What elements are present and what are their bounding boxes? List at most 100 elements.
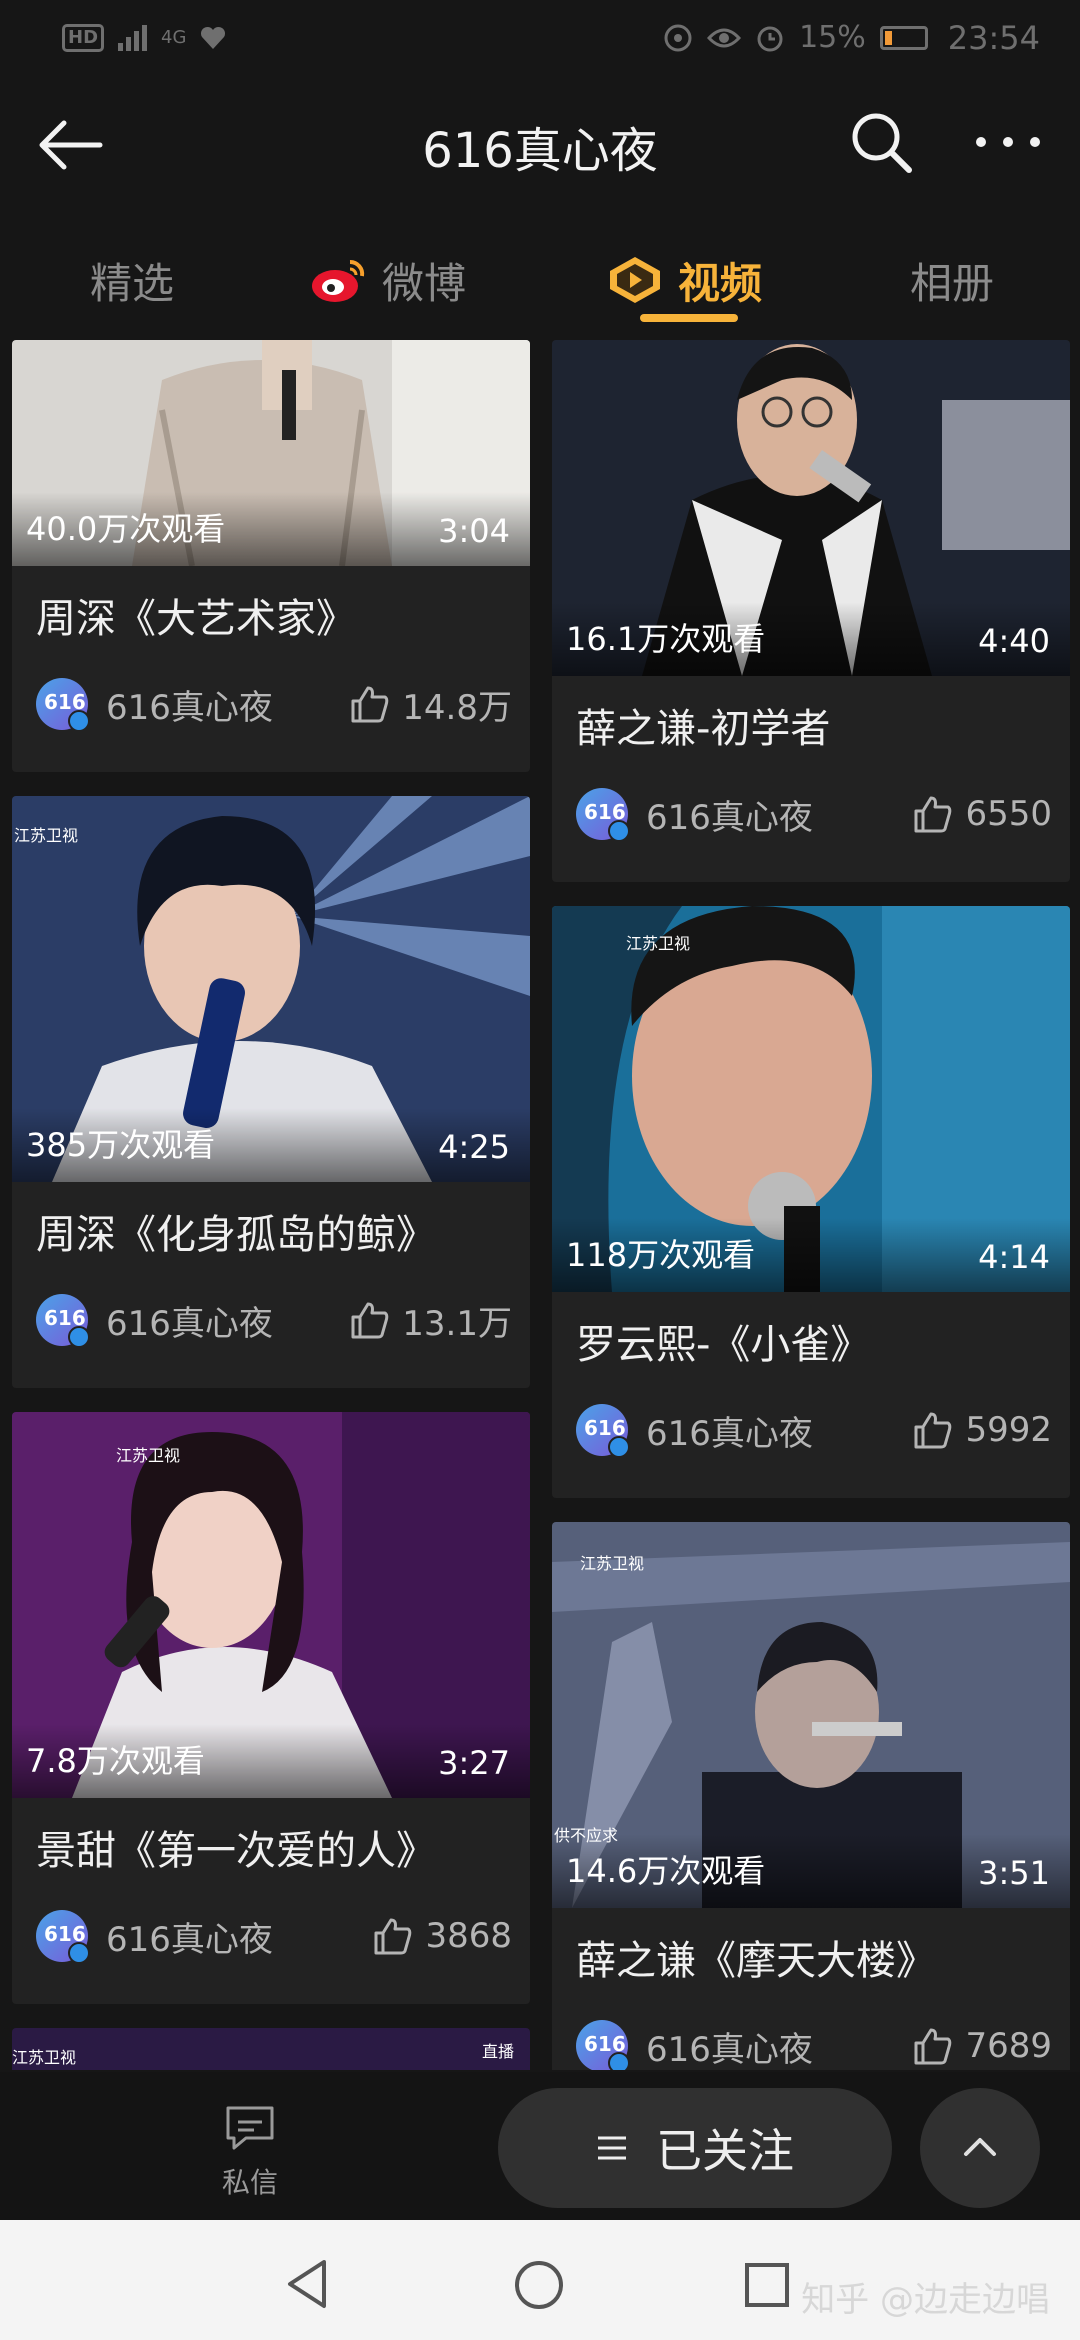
duration: 4:25 xyxy=(438,1128,510,1166)
video-thumbnail[interactable]: 118万次观看 4:14 江苏卫视 xyxy=(552,906,1070,1292)
status-left: HD 4G xyxy=(62,23,226,52)
video-meta: 616 616真心夜 14.8万 xyxy=(36,676,512,732)
view-count: 14.6万次观看 xyxy=(566,1852,766,1890)
status-right: 15% 23:54 xyxy=(663,19,1040,57)
duration: 3:04 xyxy=(438,512,510,550)
header: 616真心夜 xyxy=(0,75,1080,210)
video-title[interactable]: 薛之谦-初学者 xyxy=(576,696,830,754)
video-card[interactable]: 16.1万次观看 4:40 薛之谦-初学者 616 616真心夜 6550 xyxy=(552,340,1070,882)
avatar[interactable]: 616 xyxy=(576,788,630,842)
author-name[interactable]: 616真心夜 xyxy=(646,790,813,839)
like-count: 13.1万 xyxy=(402,1303,512,1344)
video-meta: 616 616真心夜 7689 xyxy=(576,2018,1052,2070)
duration: 3:27 xyxy=(438,1744,510,1782)
avatar[interactable]: 616 xyxy=(36,1294,90,1348)
author-name[interactable]: 616真心夜 xyxy=(106,680,273,729)
avatar[interactable]: 616 xyxy=(36,1910,90,1964)
video-title[interactable]: 周深《大艺术家》 xyxy=(36,586,356,644)
eye-icon xyxy=(707,28,742,47)
video-card[interactable]: 江苏卫视 直播 xyxy=(12,2028,530,2070)
tab-label: 相册 xyxy=(910,258,995,308)
like-button[interactable]: 6550 xyxy=(913,794,1052,834)
like-button[interactable]: 7689 xyxy=(913,2026,1052,2066)
video-title[interactable]: 薛之谦《摩天大楼》 xyxy=(576,1928,936,1986)
chat-icon xyxy=(226,2106,274,2150)
video-card[interactable]: 118万次观看 4:14 江苏卫视 罗云熙-《小雀》 616 616真心夜 59… xyxy=(552,906,1070,1498)
channel-logo: 江苏卫视 xyxy=(12,2048,77,2067)
video-meta: 616 616真心夜 6550 xyxy=(576,786,1052,842)
channel-logo: 江苏卫视 xyxy=(14,826,79,845)
weibo-icon xyxy=(312,259,365,302)
like-button[interactable]: 3868 xyxy=(373,1916,512,1956)
video-meta: 616 616真心夜 3868 xyxy=(36,1908,512,1964)
follow-button[interactable]: 已关注 xyxy=(498,2088,892,2208)
video-title[interactable]: 周深《化身孤岛的鲸》 xyxy=(36,1202,436,1260)
video-card[interactable]: 7.8万次观看 3:27 江苏卫视 景甜《第一次爱的人》 616 616真心夜 … xyxy=(12,1412,530,2004)
nav-home-icon[interactable] xyxy=(512,2258,566,2312)
video-thumbnail[interactable]: 7.8万次观看 3:27 江苏卫视 xyxy=(12,1412,530,1798)
like-button[interactable]: 14.8万 xyxy=(350,680,512,729)
video-card[interactable]: 40.0万次观看 3:04 周深《大艺术家》 616 616真心夜 14.8万 xyxy=(12,340,530,772)
author-name[interactable]: 616真心夜 xyxy=(106,1296,273,1345)
channel-logo: 江苏卫视 xyxy=(116,1446,181,1465)
more-icon[interactable] xyxy=(976,137,1040,147)
avatar[interactable]: 616 xyxy=(576,1404,630,1458)
view-count: 16.1万次观看 xyxy=(566,620,766,658)
like-count: 5992 xyxy=(965,1410,1052,1450)
like-count: 14.8万 xyxy=(402,687,512,728)
video-icon xyxy=(610,257,660,303)
author-name[interactable]: 616真心夜 xyxy=(106,1912,273,1961)
like-count: 3868 xyxy=(425,1916,512,1956)
like-count: 6550 xyxy=(965,794,1052,834)
verified-badge xyxy=(608,1436,630,1458)
duration: 3:51 xyxy=(978,1854,1050,1892)
tab-indicator xyxy=(640,314,738,322)
view-count: 118万次观看 xyxy=(566,1236,756,1274)
tab-video[interactable]: 视频 xyxy=(606,240,762,320)
video-card[interactable]: 385万次观看 4:25 江苏卫视 周深《化身孤岛的鲸》 616 616真心夜 … xyxy=(12,796,530,1388)
search-icon[interactable] xyxy=(848,109,914,175)
nav-recents-icon[interactable] xyxy=(742,2260,792,2310)
view-count: 40.0万次观看 xyxy=(26,510,226,548)
battery-percent: 15% xyxy=(799,20,866,55)
verified-badge xyxy=(608,2052,630,2070)
tab-weibo[interactable]: 微博 xyxy=(310,240,466,320)
video-thumbnail[interactable]: 385万次观看 4:25 江苏卫视 xyxy=(12,796,530,1182)
video-card[interactable]: 14.6万次观看 3:51 江苏卫视 供不应求 薛之谦《摩天大楼》 616 61… xyxy=(552,1522,1070,2070)
thumb-up-icon xyxy=(374,1918,412,1955)
video-meta: 616 616真心夜 13.1万 xyxy=(36,1292,512,1348)
tab-bar: 精选 微博 视频 相册 xyxy=(0,210,1080,340)
video-meta: 616 616真心夜 5992 xyxy=(576,1402,1052,1458)
author-name[interactable]: 616真心夜 xyxy=(646,1406,813,1455)
like-count: 7689 xyxy=(965,2026,1052,2066)
verified-badge xyxy=(68,1942,90,1964)
live-label: 直播 xyxy=(481,2042,514,2061)
nav-back-icon[interactable] xyxy=(282,2258,332,2310)
battery-icon xyxy=(879,25,928,50)
video-thumbnail[interactable]: 14.6万次观看 3:51 江苏卫视 供不应求 xyxy=(552,1522,1070,1908)
like-button[interactable]: 5992 xyxy=(913,1410,1052,1450)
avatar[interactable]: 616 xyxy=(576,2020,630,2070)
signal-icon xyxy=(118,24,148,51)
author-name[interactable]: 616真心夜 xyxy=(646,2022,813,2071)
bottom-action-bar: 私信 已关注 xyxy=(0,2072,1080,2220)
video-title[interactable]: 景甜《第一次爱的人》 xyxy=(36,1818,436,1876)
video-thumbnail[interactable]: 16.1万次观看 4:40 xyxy=(552,340,1070,676)
menu-icon xyxy=(598,2136,626,2160)
tab-label: 精选 xyxy=(90,258,175,308)
duration: 4:14 xyxy=(978,1238,1050,1276)
video-feed[interactable]: 40.0万次观看 3:04 周深《大艺术家》 616 616真心夜 14.8万 … xyxy=(0,340,1080,2070)
tab-album[interactable]: 相册 xyxy=(910,240,994,320)
video-title[interactable]: 罗云熙-《小雀》 xyxy=(576,1312,870,1370)
message-button[interactable]: 私信 xyxy=(190,2102,310,2201)
app-screen: HD 4G 15% 23:54 616真心夜 精选 微博 视频 相册 40.0万… xyxy=(0,0,1080,2340)
tab-featured[interactable]: 精选 xyxy=(90,240,174,320)
thumbnail-caption: 供不应求 xyxy=(554,1826,619,1845)
page-title: 616真心夜 xyxy=(422,123,658,179)
hd-badge: HD xyxy=(62,23,105,52)
scroll-to-top-button[interactable] xyxy=(920,2088,1040,2208)
alarm-icon xyxy=(757,26,783,51)
avatar[interactable]: 616 xyxy=(36,678,90,732)
like-button[interactable]: 13.1万 xyxy=(350,1296,512,1345)
video-thumbnail[interactable]: 40.0万次观看 3:04 xyxy=(12,340,530,566)
